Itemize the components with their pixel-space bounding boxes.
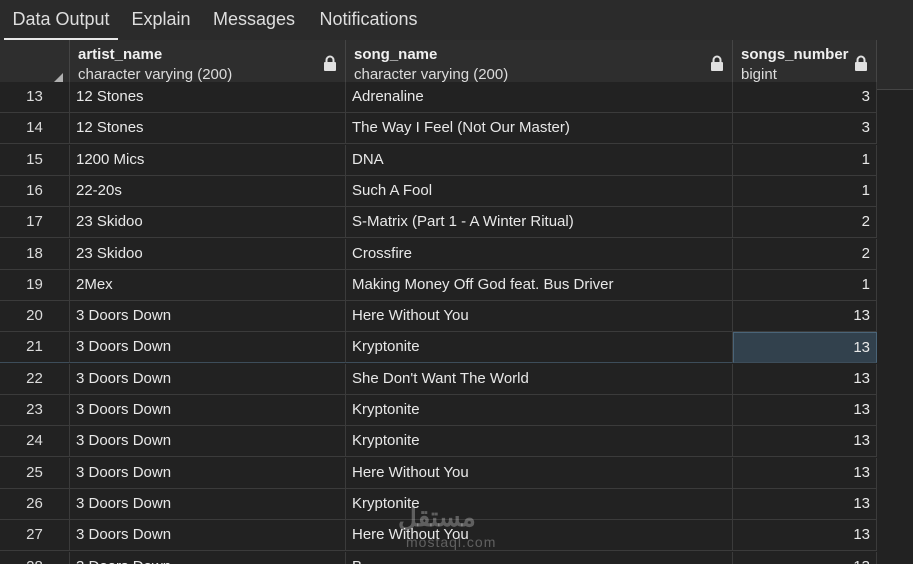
- songs-number-cell[interactable]: 2: [733, 238, 877, 270]
- artist-name-cell[interactable]: 3 Doors Down: [70, 363, 346, 395]
- lock-icon: [855, 55, 867, 71]
- row-number-cell[interactable]: 17: [0, 207, 70, 239]
- row-number-cell[interactable]: 15: [0, 144, 70, 176]
- row-number-cell[interactable]: 26: [0, 488, 70, 520]
- artist-name-cell[interactable]: 22-20s: [70, 175, 346, 207]
- song-name-cell[interactable]: Crossfire: [346, 238, 733, 270]
- header-filler: [877, 40, 913, 90]
- column-type: character varying (200): [354, 66, 509, 83]
- table-row[interactable]: 17 23 Skidoo S-Matrix (Part 1 - A Winter R…: [0, 207, 877, 239]
- songs-number-cell[interactable]: 3: [733, 82, 877, 113]
- column-name: song_name: [354, 46, 438, 63]
- row-number-cell[interactable]: 16: [0, 175, 70, 207]
- songs-number-cell[interactable]: 2: [733, 207, 877, 239]
- song-name-cell[interactable]: Making Money Off God feat. Bus Driver: [346, 269, 733, 301]
- artist-name-cell[interactable]: 23 Skidoo: [70, 207, 346, 239]
- songs-number-cell[interactable]: 13: [733, 457, 877, 489]
- song-name-cell[interactable]: Such A Fool: [346, 175, 733, 207]
- table-row[interactable]: 24 3 Doors Down Kryptonite 13: [0, 426, 877, 458]
- row-number-cell[interactable]: 25: [0, 457, 70, 489]
- artist-name-cell[interactable]: 3 Doors Down: [70, 332, 346, 364]
- artist-name-cell[interactable]: 3 Doors Down: [70, 395, 346, 426]
- row-number-cell[interactable]: 13: [0, 82, 70, 113]
- artist-name-cell[interactable]: 12 Stones: [70, 113, 346, 145]
- row-number-cell[interactable]: 22: [0, 363, 70, 395]
- song-name-cell[interactable]: Adrenaline: [346, 82, 733, 113]
- table-row[interactable]: 14 12 Stones The Way I Feel (Not Our Maste…: [0, 113, 877, 145]
- artist-name-cell[interactable]: 3 Doors Down: [70, 488, 346, 520]
- song-name-cell[interactable]: S-Matrix (Part 1 - A Winter Ritual): [346, 207, 733, 239]
- grid-right-filler: [877, 90, 913, 564]
- artist-name-cell[interactable]: 2Mex: [70, 269, 346, 301]
- table-row[interactable]: 21 3 Doors Down Kryptonite 13: [0, 332, 877, 364]
- tab-notifications[interactable]: Notifications: [308, 0, 429, 38]
- artist-name-cell[interactable]: 3 Doors Down: [70, 301, 346, 333]
- table-row[interactable]: 19 2Mex Making Money Off God feat. Bus Dri…: [0, 269, 877, 301]
- song-name-cell[interactable]: Kryptonite: [346, 426, 733, 458]
- column-name: artist_name: [78, 46, 163, 63]
- songs-number-cell[interactable]: 3: [733, 113, 877, 145]
- song-name-cell[interactable]: Kryptonite: [346, 488, 733, 520]
- song-name-cell[interactable]: Here Without You: [346, 301, 733, 333]
- row-number-cell[interactable]: 28: [0, 551, 70, 564]
- songs-number-cell[interactable]: 1: [733, 175, 877, 207]
- song-name-cell[interactable]: Kryptonite: [346, 395, 733, 426]
- row-number-cell[interactable]: 18: [0, 238, 70, 270]
- artist-name-cell[interactable]: 3 Doors Down: [70, 551, 346, 564]
- artist-name-cell[interactable]: 23 Skidoo: [70, 238, 346, 270]
- table-row[interactable]: 16 22-20s Such A Fool 1: [0, 175, 877, 207]
- songs-number-cell[interactable]: 13: [733, 426, 877, 458]
- song-name-cell[interactable]: Kryptonite: [346, 332, 733, 364]
- songs-number-cell[interactable]: 13: [733, 301, 877, 333]
- table-row[interactable]: 20 3 Doors Down Here Without You 13: [0, 301, 877, 333]
- songs-number-cell[interactable]: 13: [733, 363, 877, 395]
- song-name-cell[interactable]: DNA: [346, 144, 733, 176]
- table-row[interactable]: 26 3 Doors Down Kryptonite 13: [0, 488, 877, 520]
- column-type: character varying (200): [78, 66, 233, 83]
- table-row[interactable]: 27 3 Doors Down Here Without You 13: [0, 520, 877, 552]
- songs-number-cell[interactable]: 13: [733, 520, 877, 552]
- songs-number-cell[interactable]: 1: [733, 269, 877, 301]
- table-row[interactable]: 22 3 Doors Down She Don't Want The World 13: [0, 363, 877, 395]
- songs-number-cell[interactable]: 13: [733, 488, 877, 520]
- tab-messages[interactable]: Messages: [204, 0, 304, 38]
- row-number-cell[interactable]: 20: [0, 301, 70, 333]
- row-number-cell[interactable]: 23: [0, 395, 70, 426]
- song-name-cell[interactable]: Here Without You: [346, 520, 733, 552]
- row-number-cell[interactable]: 19: [0, 269, 70, 301]
- artist-name-cell[interactable]: 3 Doors Down: [70, 426, 346, 458]
- table-row[interactable]: 25 3 Doors Down Here Without You 13: [0, 457, 877, 489]
- songs-number-cell[interactable]: 13: [733, 551, 877, 564]
- song-name-cell[interactable]: B...: [346, 551, 733, 564]
- lock-icon: [711, 55, 723, 71]
- data-grid: artist_name character varying (200) song…: [0, 40, 913, 564]
- song-name-cell[interactable]: Here Without You: [346, 457, 733, 489]
- tab-data-output[interactable]: Data Output: [4, 0, 118, 40]
- row-number-cell[interactable]: 27: [0, 520, 70, 552]
- result-tabs-bar: Data Output Explain Messages Notificatio…: [0, 0, 913, 40]
- row-number-cell[interactable]: 21: [0, 332, 70, 364]
- lock-icon: [324, 55, 336, 71]
- table-row[interactable]: 15 1200 Mics DNA 1: [0, 144, 877, 176]
- row-number-cell[interactable]: 14: [0, 113, 70, 145]
- table-row[interactable]: 13 12 Stones Adrenaline 3: [0, 82, 877, 113]
- song-name-cell[interactable]: She Don't Want The World: [346, 363, 733, 395]
- artist-name-cell[interactable]: 1200 Mics: [70, 144, 346, 176]
- artist-name-cell[interactable]: 3 Doors Down: [70, 520, 346, 552]
- song-name-cell[interactable]: The Way I Feel (Not Our Master): [346, 113, 733, 145]
- tab-explain[interactable]: Explain: [122, 0, 200, 38]
- artist-name-cell[interactable]: 12 Stones: [70, 82, 346, 113]
- column-name: songs_number: [741, 46, 849, 63]
- row-number-cell[interactable]: 24: [0, 426, 70, 458]
- artist-name-cell[interactable]: 3 Doors Down: [70, 457, 346, 489]
- table-row[interactable]: 283 Doors DownB...13: [0, 551, 877, 564]
- songs-number-cell[interactable]: 13: [733, 332, 877, 364]
- table-row[interactable]: 18 23 Skidoo Crossfire 2: [0, 238, 877, 270]
- songs-number-cell[interactable]: 1: [733, 144, 877, 176]
- songs-number-cell[interactable]: 13: [733, 395, 877, 426]
- column-type: bigint: [741, 66, 777, 83]
- table-row[interactable]: 23 3 Doors Down Kryptonite 13: [0, 395, 877, 426]
